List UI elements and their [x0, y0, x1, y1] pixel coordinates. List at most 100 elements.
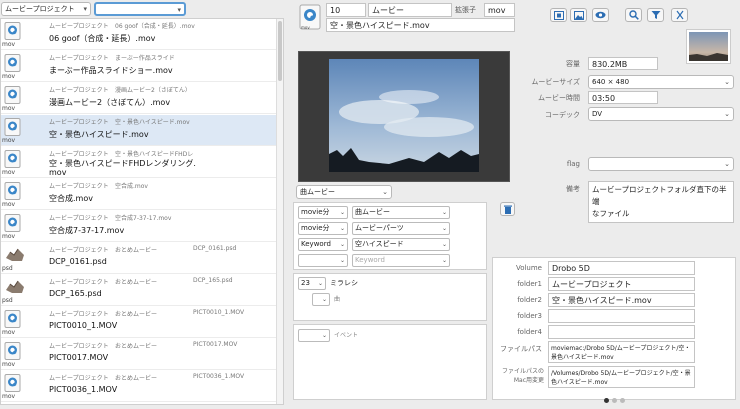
- search-icon: [628, 10, 639, 20]
- folder4-field[interactable]: [548, 325, 695, 339]
- row-title: PICT0010_1.MOV: [49, 321, 118, 330]
- list-item[interactable]: mov ムービープロジェクト 漫画ムービー2（さぼてん） 漫画ムービー2（さぼてん）.…: [1, 83, 277, 114]
- music-song-select[interactable]: ⌄: [312, 293, 330, 306]
- search-button[interactable]: [625, 8, 642, 22]
- scrollbar-thumb[interactable]: [278, 21, 282, 81]
- keyword-type-select[interactable]: movie分 ⌄: [298, 206, 348, 219]
- file-ext: mov: [2, 393, 16, 400]
- list-item[interactable]: mov ムービープロジェクト 06 goof（合成・延長）.mov 06 goof（合…: [1, 19, 277, 50]
- media-type-field[interactable]: ムービー: [368, 3, 452, 17]
- list-item[interactable]: mov ムービープロジェクト おとめムービー PICT0010_1.MOV PICT00…: [1, 307, 277, 338]
- music-panel: 23 ⌄ ミラレシ ⌄ 曲: [293, 273, 487, 321]
- keyword-value-select[interactable]: 曲ムービー ⌄: [352, 206, 450, 219]
- keyword-type-select[interactable]: ⌄: [298, 254, 348, 267]
- volume-field[interactable]: Drobo 5D: [548, 261, 695, 275]
- row-title: PICT0017.MOV: [49, 353, 109, 362]
- file-ext: mov: [2, 201, 16, 208]
- music-number-select[interactable]: 23 ⌄: [298, 277, 326, 290]
- row-folder: おとめムービー: [115, 279, 158, 286]
- file-ext: psd: [2, 297, 13, 304]
- file-ext-badge: mov: [301, 25, 310, 30]
- row-title: まーぶー作品スライドショー.mov: [49, 66, 173, 75]
- pager-dot[interactable]: [620, 398, 625, 403]
- filter-button[interactable]: [647, 8, 664, 22]
- row-title: DCP_165.psd: [49, 289, 102, 298]
- movie-size-value: 640 × 480: [592, 78, 630, 86]
- row-folder: おとめムービー: [115, 247, 158, 254]
- chevron-down-icon: ⌄: [321, 332, 327, 339]
- row-folder: おとめムービー: [115, 311, 158, 318]
- chevron-down-icon: ⌄: [339, 209, 345, 216]
- keyword-type-value: Keyword: [301, 240, 331, 248]
- capacity-field[interactable]: 830.2MB: [588, 57, 658, 70]
- keyword-type-select[interactable]: Keyword ⌄: [298, 238, 348, 251]
- ext-field[interactable]: mov: [484, 3, 515, 17]
- folder3-field[interactable]: [548, 309, 695, 323]
- keyword-value-select[interactable]: 空ハイスピード ⌄: [352, 238, 450, 251]
- keyword-value: 空ハイスピード: [355, 240, 404, 248]
- filepath-field[interactable]: moviemac:/Drobo 5D/ムービープロジェクト/空・ 景色ハイスピー…: [548, 341, 695, 363]
- list-item[interactable]: psd ムービープロジェクト おとめムービー DCP_165.psd DCP_165.p…: [1, 275, 277, 306]
- project-filter-select[interactable]: ムービープロジェクト ▾: [1, 2, 91, 16]
- record-number-field[interactable]: 10: [326, 3, 366, 17]
- sky-video-frame: [329, 59, 479, 172]
- list-item[interactable]: mov ムービープロジェクト おとめムービー PICT0017.MOV PICT0017…: [1, 339, 277, 370]
- filename-field[interactable]: 空・景色ハイスピード.mov: [326, 18, 515, 32]
- subfolder-filter-select[interactable]: ▾: [94, 2, 186, 16]
- row-title: 06 goof（合成・延長）.mov: [49, 34, 156, 43]
- chevron-down-icon: ⌄: [724, 160, 730, 168]
- list-item[interactable]: mov ムービープロジェクト 空・景色ハイスピードFHDレ 空・景色ハイスピードFHD…: [1, 147, 277, 178]
- note-label: 備考: [566, 185, 580, 193]
- preview-button[interactable]: [592, 8, 609, 22]
- film-icon: [553, 10, 564, 20]
- folder1-field[interactable]: ムービープロジェクト: [548, 277, 695, 291]
- film-view-button[interactable]: [550, 8, 567, 22]
- row-file: DCP_165.psd: [193, 277, 233, 284]
- codec-select[interactable]: DV ⌄: [588, 107, 734, 121]
- list-item[interactable]: psd ムービープロジェクト おとめムービー DCP_0161.psd DCP_0161…: [1, 243, 277, 274]
- video-preview[interactable]: [298, 51, 510, 182]
- row-title: 空・景色ハイスピード.mov: [49, 130, 149, 139]
- row-project: ムービープロジェクト: [49, 215, 109, 222]
- file-ext: mov: [2, 105, 16, 112]
- row-project: ムービープロジェクト: [49, 151, 109, 158]
- folder2-field[interactable]: 空・景色ハイスピード.mov: [548, 293, 695, 307]
- macpath-field[interactable]: /Volumes/Drobo 5D/ムービープロジェクト/空・景 色ハイスピード…: [548, 366, 695, 388]
- pager-dot[interactable]: [612, 398, 617, 403]
- event-select[interactable]: ⌄: [298, 329, 330, 342]
- movie-size-select[interactable]: 640 × 480 ⌄: [588, 75, 734, 89]
- note-field[interactable]: ムービープロジェクトフォルダ直下の半端 なファイル: [588, 181, 734, 223]
- flag-select[interactable]: ⌄: [588, 157, 734, 171]
- keyword-type-select[interactable]: movie分 ⌄: [298, 222, 348, 235]
- keyword-category-select[interactable]: 曲ムービー ⌄: [296, 185, 392, 199]
- list-item[interactable]: mov ムービープロジェクト 空合成7-37-17.mov 空合成7-37-17.mo…: [1, 211, 277, 242]
- project-filter-value: ムービープロジェクト: [5, 5, 75, 13]
- chevron-down-icon: ⌄: [724, 78, 730, 86]
- quicktime-file-icon: [4, 374, 22, 392]
- song-label: 曲: [334, 296, 341, 303]
- tools-button[interactable]: [671, 8, 688, 22]
- keyword-value-select[interactable]: ムービーパーツ ⌄: [352, 222, 450, 235]
- keyword-value: 曲ムービー: [355, 208, 390, 216]
- delete-keyword-button[interactable]: [500, 202, 515, 216]
- trash-icon: [503, 205, 512, 214]
- movie-time-field[interactable]: 03:50: [588, 91, 658, 104]
- macpath-label-line-1: ファイルパスの: [501, 368, 544, 375]
- movie-time-label: ムービー時間: [538, 94, 580, 102]
- row-project: ムービープロジェクト: [49, 247, 109, 254]
- list-item[interactable]: mov ムービープロジェクト 空・景色ハイスピード.mov 空・景色ハイスピード.mo…: [1, 115, 277, 146]
- list-scrollbar[interactable]: [276, 19, 283, 404]
- row-folder: 空合成7-37-17.mov: [115, 215, 172, 222]
- keyword-value-select[interactable]: Keyword ⌄: [352, 254, 450, 267]
- row-file: PICT0017.MOV: [193, 341, 238, 348]
- pager-dot-active[interactable]: [604, 398, 609, 403]
- row-folder: 空合成.mov: [115, 183, 148, 190]
- image-view-button[interactable]: [570, 8, 587, 22]
- list-item[interactable]: mov ムービープロジェクト おとめムービー PICT0036_1.MOV PICT00…: [1, 371, 277, 402]
- quicktime-file-icon: [4, 150, 22, 168]
- row-file: DCP_0161.psd: [193, 245, 237, 252]
- list-item[interactable]: mov ムービープロジェクト 空合成.mov 空合成.mov: [1, 179, 277, 210]
- chevron-down-icon: ⌄: [339, 225, 345, 232]
- keyword-value: Keyword: [355, 256, 385, 264]
- list-item[interactable]: mov ムービープロジェクト まーぶー作品スライド まーぶー作品スライドショー.mov: [1, 51, 277, 82]
